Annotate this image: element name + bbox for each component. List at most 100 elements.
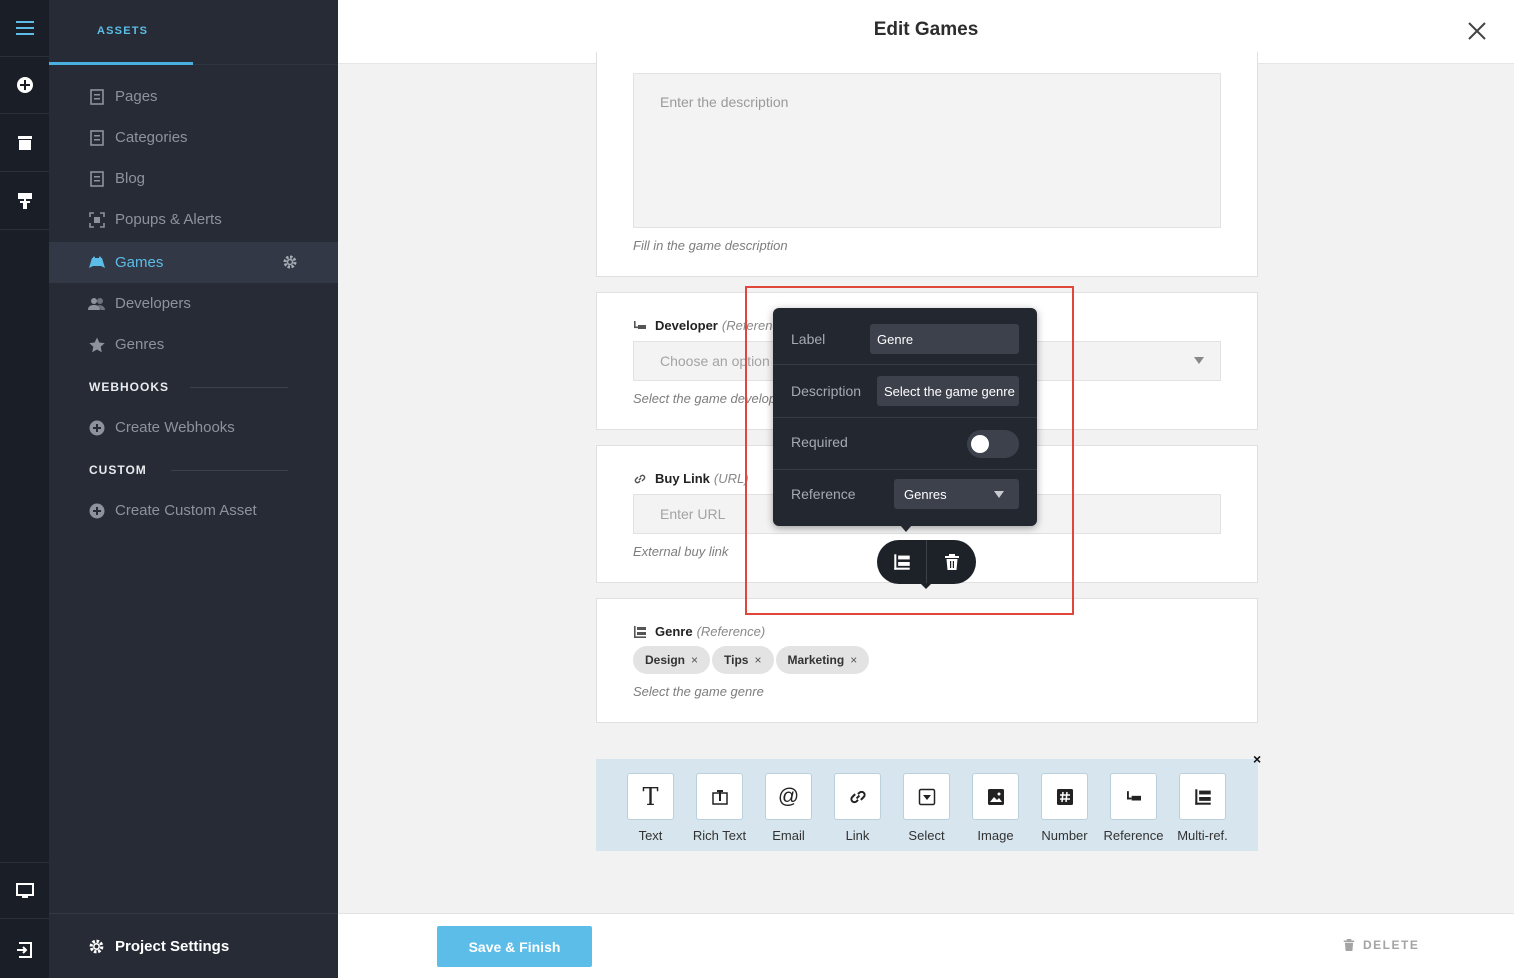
field-label-input[interactable]: Genre — [870, 324, 1019, 354]
add-link-field-button[interactable]: Link — [823, 773, 892, 843]
field-type-palette: × T Text Rich Text @ Email Link Select I… — [596, 751, 1261, 851]
delete-button[interactable]: DELETE — [1343, 938, 1419, 952]
star-icon — [88, 336, 106, 354]
archive-icon — [17, 136, 32, 150]
field-settings-popover: Label Genre Description Select the game … — [773, 308, 1037, 532]
hamburger-icon — [15, 21, 34, 35]
page-icon — [88, 129, 106, 147]
add-button[interactable] — [0, 57, 49, 114]
plus-circle-icon — [88, 502, 106, 520]
popover-reference-row: Reference Genres — [773, 470, 1037, 526]
reference-icon — [633, 320, 647, 332]
genre-field-card: Genre (Reference) Design × Tips × Marketin… — [596, 598, 1258, 723]
gear-icon — [88, 938, 105, 955]
rich-text-icon — [711, 789, 728, 805]
assets-button[interactable] — [0, 115, 49, 172]
description-hint: Fill in the game description — [633, 238, 788, 253]
add-number-field-button[interactable]: Number — [1030, 773, 1099, 843]
chevron-down-icon — [1194, 357, 1204, 364]
remove-tag-icon[interactable]: × — [850, 653, 857, 667]
popover-required-row: Required — [773, 418, 1037, 470]
page-icon — [88, 88, 106, 106]
link-icon — [849, 790, 866, 803]
add-reference-field-button[interactable]: Reference — [1099, 773, 1168, 843]
field-settings-button[interactable] — [877, 540, 926, 584]
sidebar-item-pages[interactable]: Pages — [49, 76, 338, 117]
developer-field-title: Developer (Reference) — [633, 318, 791, 333]
field-description-input[interactable]: Select the game genre — [877, 376, 1019, 406]
select-icon — [918, 788, 935, 805]
gear-icon[interactable] — [282, 254, 298, 274]
sidebar-item-categories[interactable]: Categories — [49, 117, 338, 158]
reference-icon — [1126, 790, 1141, 800]
remove-tag-icon[interactable]: × — [754, 653, 761, 667]
monitor-icon — [15, 882, 34, 898]
developer-hint: Select the game developer — [633, 391, 788, 406]
reference-select[interactable]: Genres — [894, 479, 1019, 509]
icon-rail — [0, 0, 49, 978]
genre-tag[interactable]: Marketing × — [775, 646, 870, 674]
section-custom: CUSTOM — [89, 463, 147, 477]
trash-icon — [944, 554, 959, 570]
chevron-down-icon — [994, 491, 1004, 498]
popover-description-row: Description Select the game genre — [773, 365, 1037, 418]
close-palette-icon[interactable]: × — [1253, 751, 1261, 767]
add-multi-ref-field-button[interactable]: Multi-ref. — [1168, 773, 1237, 843]
remove-tag-icon[interactable]: × — [691, 653, 698, 667]
buylink-hint: External buy link — [633, 544, 729, 559]
create-webhooks-link[interactable]: Create Webhooks — [49, 407, 338, 448]
sidebar-item-blog[interactable]: Blog — [49, 158, 338, 199]
multi-ref-icon — [633, 625, 647, 639]
multi-ref-icon — [1194, 788, 1211, 805]
menu-button[interactable] — [0, 0, 49, 57]
genre-tag-list: Design × Tips × Marketing × — [633, 646, 871, 674]
plus-circle-icon — [16, 77, 33, 93]
description-field-card: Enter the description Fill in the game d… — [596, 52, 1258, 277]
sidebar-item-popups[interactable]: Popups & Alerts — [49, 199, 338, 240]
genre-tag[interactable]: Tips × — [712, 646, 774, 674]
add-email-field-button[interactable]: @ Email — [754, 773, 823, 843]
genre-tag[interactable]: Design × — [633, 646, 711, 674]
footer-bar: Save & Finish DELETE — [338, 913, 1514, 978]
tab-assets[interactable]: ASSETS — [49, 0, 193, 65]
design-button[interactable] — [0, 173, 49, 230]
preview-button[interactable] — [0, 862, 49, 919]
page-icon — [88, 170, 106, 188]
logout-icon — [16, 941, 32, 958]
sidebar: ASSETS Pages Categories Blog Popups & Al… — [49, 0, 338, 978]
add-rich-text-field-button[interactable]: Rich Text — [685, 773, 754, 843]
popover-label-row: Label Genre — [773, 308, 1037, 365]
page-title: Edit Games — [873, 19, 979, 40]
image-icon — [987, 788, 1004, 805]
create-custom-asset-link[interactable]: Create Custom Asset — [49, 490, 338, 531]
plus-circle-icon — [88, 419, 106, 437]
required-toggle[interactable] — [967, 430, 1019, 458]
genre-hint: Select the game genre — [633, 684, 764, 699]
number-icon — [1056, 788, 1073, 805]
genre-field-title: Genre (Reference) — [633, 624, 765, 639]
description-textarea[interactable]: Enter the description — [633, 73, 1221, 228]
section-webhooks: WEBHOOKS — [89, 380, 169, 394]
add-text-field-button[interactable]: T Text — [616, 773, 685, 843]
sidebar-item-developers[interactable]: Developers — [49, 283, 338, 324]
link-icon — [633, 472, 647, 486]
sidebar-item-genres[interactable]: Genres — [49, 324, 338, 365]
close-icon[interactable] — [1466, 20, 1488, 47]
buylink-field-title: Buy Link (URL) — [633, 471, 749, 486]
multi-ref-icon — [893, 554, 910, 570]
email-icon: @ — [777, 784, 800, 808]
logout-button[interactable] — [0, 921, 49, 978]
paint-roller-icon — [17, 193, 32, 209]
text-icon: T — [642, 782, 659, 811]
delete-field-button[interactable] — [927, 540, 976, 584]
popup-icon — [88, 211, 106, 229]
add-select-field-button[interactable]: Select — [892, 773, 961, 843]
project-settings-link[interactable]: Project Settings — [49, 913, 338, 978]
users-icon — [88, 295, 106, 313]
sidebar-item-games[interactable]: Games — [49, 242, 338, 283]
gamepad-icon — [88, 254, 106, 272]
field-action-pill — [877, 540, 976, 584]
trash-icon — [1343, 939, 1355, 951]
add-image-field-button[interactable]: Image — [961, 773, 1030, 843]
save-finish-button[interactable]: Save & Finish — [437, 926, 592, 967]
